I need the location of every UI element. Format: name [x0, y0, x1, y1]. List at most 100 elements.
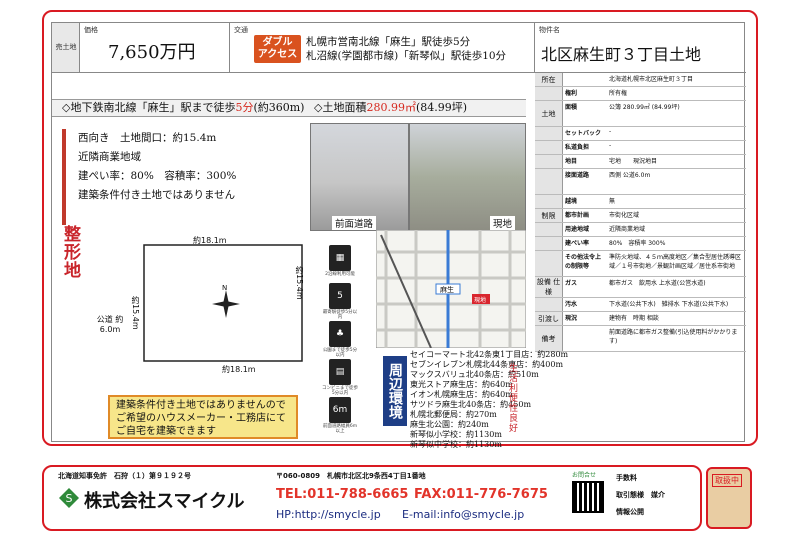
property-key — [563, 73, 607, 86]
property-detail-row: 地目 宅地 現況地目 — [535, 155, 746, 169]
feature-item: 建築条件付き土地ではありません — [78, 189, 236, 201]
company-logo-icon: S — [59, 488, 79, 508]
environment-item: マックスバリュ北40条店：約510m — [410, 370, 539, 379]
property-key: 都市計画 — [565, 212, 590, 219]
status-stamp-text: 取扱中 — [712, 474, 742, 487]
property-detail-row: 建ぺい率 80% 容積率 300% — [535, 237, 746, 251]
transport-line-1: 札幌市営南北線「麻生」駅徒歩5分 — [306, 36, 471, 48]
property-key: 現況 — [565, 315, 578, 322]
transport-label: 交通 — [234, 26, 248, 34]
property-key: セットバック — [565, 130, 602, 137]
feature-item: 近隣商業地域 — [78, 151, 141, 163]
property-section-label — [535, 141, 563, 154]
park-icon-text: 公園まで徒歩5分以内 — [322, 348, 358, 358]
map-station-label: 麻生 — [440, 286, 454, 294]
company-email-link[interactable]: E-mail:info@smycle.jp — [402, 508, 524, 521]
property-detail-row: 土地 面積 公簿 280.99㎡ (84.99坪) — [535, 101, 746, 127]
property-section-label: 備考 — [535, 326, 563, 351]
company-tel[interactable]: TEL:011-788-6665 — [276, 487, 408, 502]
property-section-label — [535, 87, 563, 100]
north-label: N — [222, 284, 228, 292]
property-detail-row: 引渡し 現況 建物有 時期 相談 — [535, 312, 746, 326]
line-contact-label: お問合せ — [572, 472, 597, 479]
property-key: 私道負担 — [565, 144, 590, 151]
license-text: 北海道知事免許 石狩（１）第９１９２号 — [58, 472, 191, 480]
header-row: 売土地 価格 7,650万円 交通 ダブル アクセス 札幌市営南北線「麻生」駅徒… — [52, 23, 746, 73]
property-section-label — [535, 298, 563, 311]
property-detail-row: 制限 都市計画 市街化区域 — [535, 209, 746, 223]
property-value: 公簿 280.99㎡ (84.99坪) — [609, 104, 680, 111]
plot-right-length: 約15.4m — [295, 266, 304, 300]
company-homepage-link[interactable]: HP:http://smycle.jp — [276, 508, 381, 521]
property-name: 北区麻生町３丁目土地 — [541, 45, 702, 64]
qr-code-icon[interactable] — [572, 481, 604, 513]
train-icon-text: 2沿線利用可能 — [325, 272, 355, 277]
property-detail-row: 備考 前面道路に都市ガス整備(引込使用料がかかります) — [535, 326, 746, 352]
type-cell: 売土地 — [52, 23, 80, 72]
property-section-label: 土地 — [535, 101, 563, 126]
property-detail-row: 私道負担 - — [535, 141, 746, 155]
plot-top-length: 約18.1m — [193, 236, 227, 245]
status-stamp: 取扱中 — [706, 467, 752, 529]
environment-list: セイコーマート北42条東1丁目店：約280m セブンイレブン札幌北44条東店：約4… — [368, 350, 568, 449]
property-detail-row: 設備 仕様 ガス 都市ガス 飲用水 上水道(公営水道) — [535, 277, 746, 298]
feature-item: 西向き 土地間口：約15.4m — [78, 132, 217, 144]
environment-item: 新琴似小学校：約1130m — [410, 430, 502, 439]
road-label: 公道 約6.0m — [96, 315, 124, 334]
park-icon: ♣ — [329, 321, 351, 347]
property-value: 準防火地域、４５ｍ高度地区／集合型居住誘導区域／１号市街地／景観計画区域／居住系… — [609, 254, 742, 270]
banner-area-value: 280.99㎡ — [366, 101, 416, 114]
property-details-table: 所在 北海道札幌市北区麻生町３丁目 権利 所有権 土地 面積 公簿 280.99㎡ (84.… — [535, 73, 746, 443]
property-key: 面積 — [565, 104, 578, 111]
train-icon: ▦ — [329, 245, 351, 271]
banner-area-label: ◇土地面積 — [313, 101, 367, 114]
transport-line-2: 札沼線(学園都市線)「新琴似」駅徒歩10分 — [306, 50, 507, 62]
environment-item: 東光ストア麻生店：約640m — [410, 380, 513, 389]
property-section-label: 引渡し — [535, 312, 563, 325]
transaction-type: 取引態様 媒介 — [616, 491, 665, 499]
property-section-label — [535, 195, 563, 208]
property-value: 都市ガス 飲用水 上水道(公営水道) — [609, 280, 706, 287]
property-value: 西側 公道6.0m — [609, 172, 651, 179]
property-key: 越境 — [565, 198, 578, 205]
company-address: 〒060-0809 札幌市北区北9条西4丁目1番地 — [276, 472, 426, 480]
environment-side-text: 生活利便性良好 — [509, 364, 519, 434]
front-road-caption: 前面道路 — [332, 216, 377, 230]
property-value: 80% 容積率 300% — [609, 240, 666, 247]
store-icon: ▤ — [329, 359, 351, 385]
banner-access-text: ◇地下鉄南北線「麻生」駅まで徒歩 — [62, 101, 236, 114]
property-key: その他法令上の制限等 — [565, 254, 602, 270]
no-build-condition-note: 建築条件付き土地ではありませんので ご希望のハウスメーカー・工務店にて ご自宅を… — [108, 395, 298, 439]
fee-label: 手数料 — [616, 474, 637, 482]
transport-cell: 交通 ダブル アクセス 札幌市営南北線「麻生」駅徒歩5分 札沼線(学園都市線)「… — [230, 23, 535, 72]
name-label: 物件名 — [539, 26, 560, 34]
property-section-label: 制限 — [535, 209, 563, 222]
environment-item: サツドラ麻生北40条店：約450m — [410, 400, 532, 409]
property-value: 前面道路に都市ガス整備(引込使用料がかかります) — [609, 329, 738, 345]
property-section-label: 設備 仕様 — [535, 277, 563, 297]
price-cell: 価格 7,650万円 — [80, 23, 230, 72]
double-access-badge: ダブル アクセス — [254, 35, 301, 63]
front-road-photo — [310, 123, 409, 231]
environment-item: セブンイレブン札幌北44条東店：約400m — [410, 360, 564, 369]
banner-walk-distance: (約360m) — [253, 101, 305, 114]
type-label: 売土地 — [55, 43, 77, 51]
environment-item: 麻生北公園：約240m — [410, 420, 489, 429]
property-key: 建ぺい率 — [565, 240, 590, 247]
property-key: 権利 — [565, 90, 578, 97]
feature-item: 建ぺい率：80% 容積率：300% — [78, 170, 237, 182]
property-value: 所有権 — [609, 90, 628, 97]
property-detail-row: 汚水 下水道(公共下水) 雑排水 下水道(公共下水) — [535, 298, 746, 312]
property-detail-row: 越境 無 — [535, 195, 746, 209]
property-section-label: 所在 — [535, 73, 563, 86]
property-key: 地目 — [565, 158, 578, 165]
store-icon-text: コンビニまで徒歩5分以内 — [322, 386, 358, 396]
plot-bottom-length: 約18.1m — [222, 365, 256, 374]
property-detail-row: その他法令上の制限等 準防火地域、４５ｍ高度地区／集合型居住誘導区域／１号市街地／… — [535, 251, 746, 277]
subway-icon-text: 最寄駅徒歩5分以内 — [322, 310, 358, 320]
property-key: 用途地域 — [565, 226, 590, 233]
banner-walk-minutes: 5分 — [235, 101, 254, 114]
feature-list: 西向き 土地間口：約15.4m 近隣商業地域 建ぺい率：80% 容積率：300%… — [62, 129, 310, 225]
company-footer: 北海道知事免許 石狩（１）第９１９２号 S 株式会社スマイクル 〒060-080… — [42, 465, 702, 531]
environment-item: 新琴似中学校：約1130m — [410, 440, 502, 449]
